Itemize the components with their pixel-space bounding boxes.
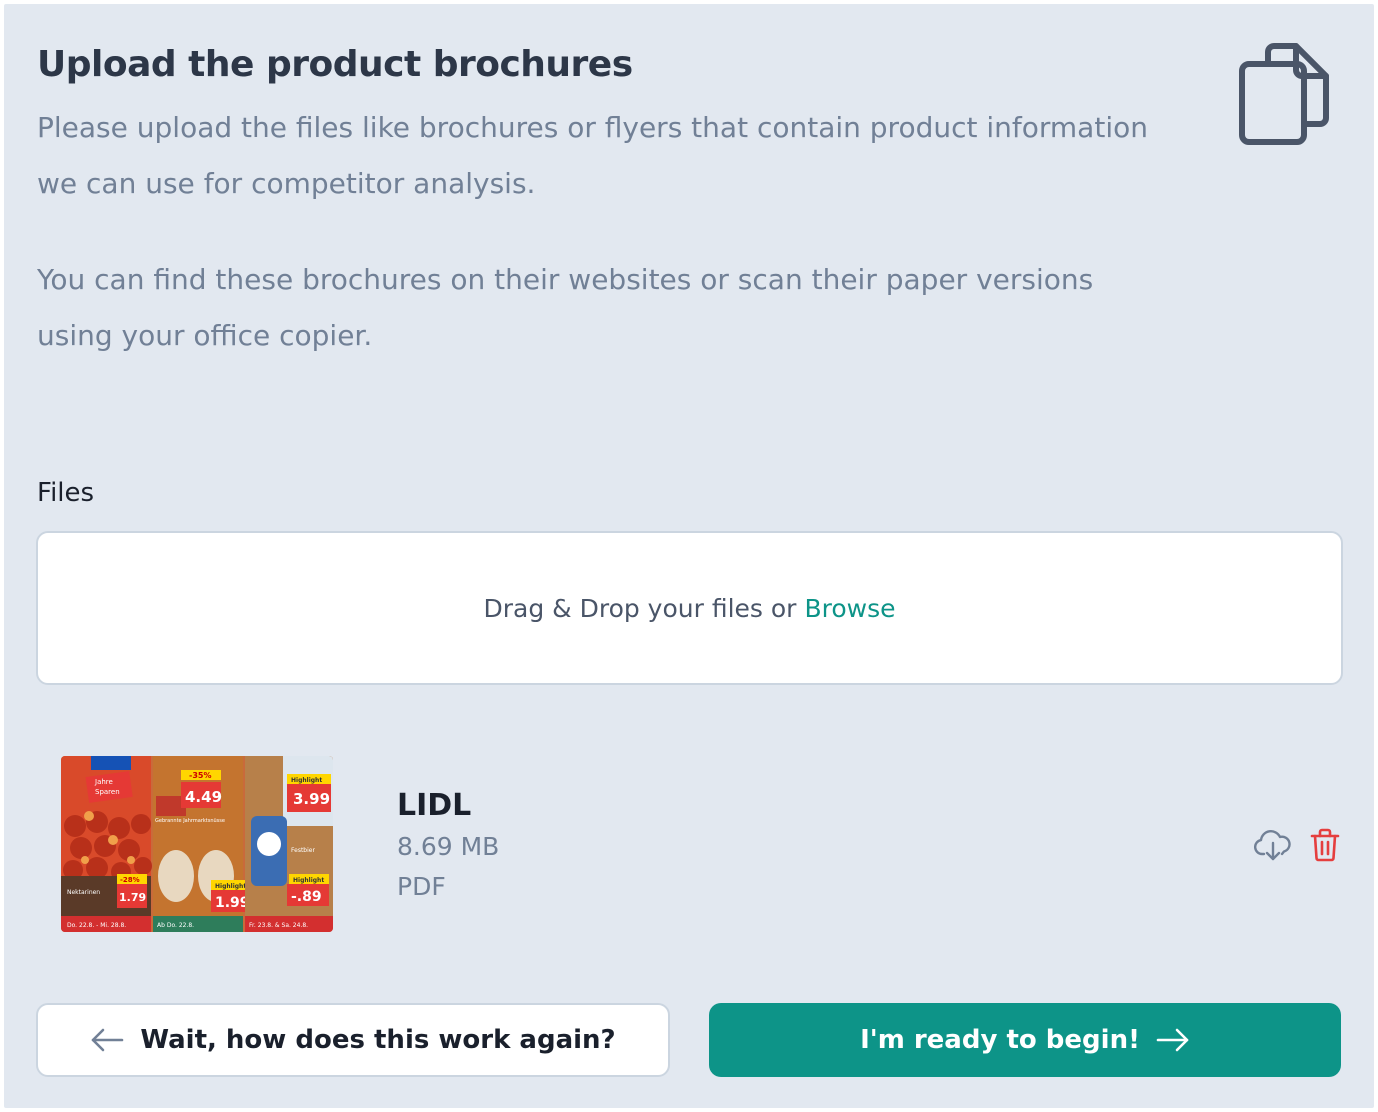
arrow-right-icon [1156,1028,1189,1052]
thumb-heading-1: Gebrannte Jahrmarktsnüsse [155,818,225,824]
thumb-foot-2: Ab Do. 22.8. [157,922,194,929]
dropzone-text: Drag & Drop your files or [483,593,797,623]
begin-button[interactable]: I'm ready to begin! [709,1003,1341,1077]
thumb-foot-1: Do. 22.8. - Mi. 28.8. [67,922,126,929]
thumb-label-2: Nektarinen [67,889,100,896]
back-button[interactable]: Wait, how does this work again? [36,1003,670,1077]
thumb-tag-1: Highlight [291,777,322,784]
document-copy-icon [1239,43,1329,145]
thumb-disc-2: -28% [120,876,140,884]
back-button-label: Wait, how does this work again? [140,1025,616,1055]
file-type: PDF [397,872,446,901]
file-name: LIDL [397,788,472,823]
file-thumbnail: Jahre Sparen -35% 4.49 Gebrannte Jahrmar… [61,756,333,932]
thumb-price-5: -.89 [291,889,322,905]
thumb-price-4: 1.99 [215,895,250,911]
thumb-badge-2: Sparen [95,788,120,796]
page-title: Upload the product brochures [37,44,633,85]
description-paragraph-1: Please upload the files like brochures o… [37,111,1148,200]
thumb-label-1: Festbier [291,847,315,854]
thumb-foot-3: Fr. 23.8. & Sa. 24.8. [249,922,308,929]
thumb-tag-2: Highlight [215,883,246,890]
files-label: Files [37,478,95,508]
thumb-price-2: 3.99 [293,790,330,808]
file-dropzone[interactable]: Drag & Drop your files or Browse [36,531,1343,685]
brochure-thumbnail: Jahre Sparen -35% 4.49 Gebrannte Jahrmar… [61,756,333,932]
upload-panel: Upload the product brochures Please uplo… [4,4,1374,1108]
begin-button-label: I'm ready to begin! [860,1025,1140,1055]
thumb-tag-3: Highlight [293,877,324,884]
thumb-badge-1: Jahre [94,778,113,786]
thumb-price-1: 4.49 [185,788,222,806]
description-paragraph-2: You can find these brochures on their we… [37,263,1094,352]
arrow-left-icon [92,1028,124,1052]
thumb-disc-1: -35% [189,771,211,780]
download-icon[interactable] [1254,828,1292,862]
browse-link[interactable]: Browse [804,594,895,623]
thumb-price-3: 1.79 [119,891,146,904]
trash-icon[interactable] [1310,828,1340,862]
file-size: 8.69 MB [397,832,500,861]
